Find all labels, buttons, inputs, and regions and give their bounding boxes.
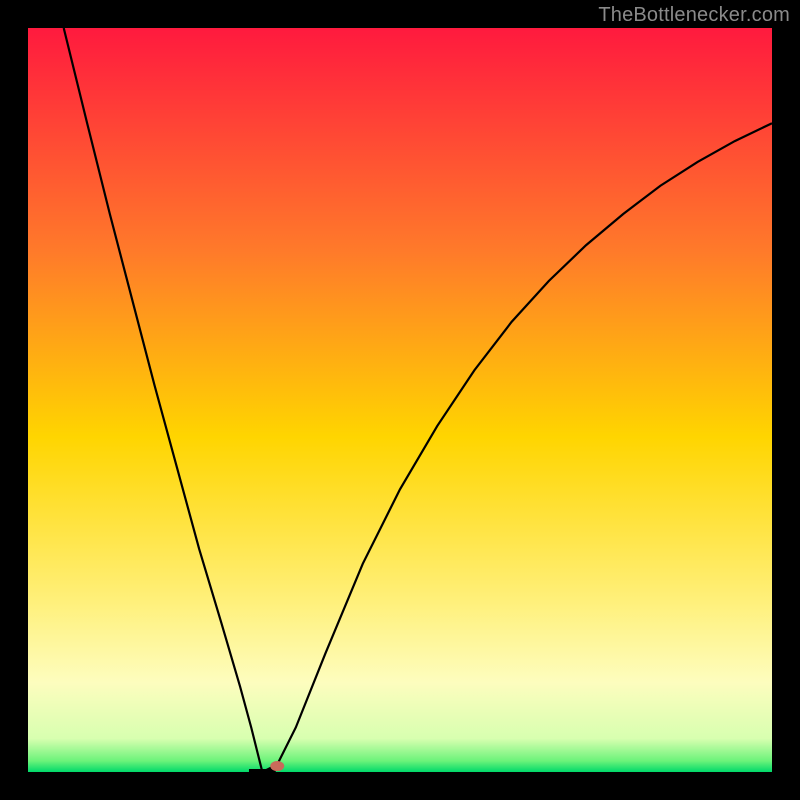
watermark-text: TheBottlenecker.com [598, 4, 790, 27]
min-marker [270, 761, 284, 771]
plot-svg [28, 28, 772, 772]
gradient-background [28, 28, 772, 772]
chart-frame: TheBottlenecker.com [0, 0, 800, 800]
plot-area [28, 28, 772, 772]
